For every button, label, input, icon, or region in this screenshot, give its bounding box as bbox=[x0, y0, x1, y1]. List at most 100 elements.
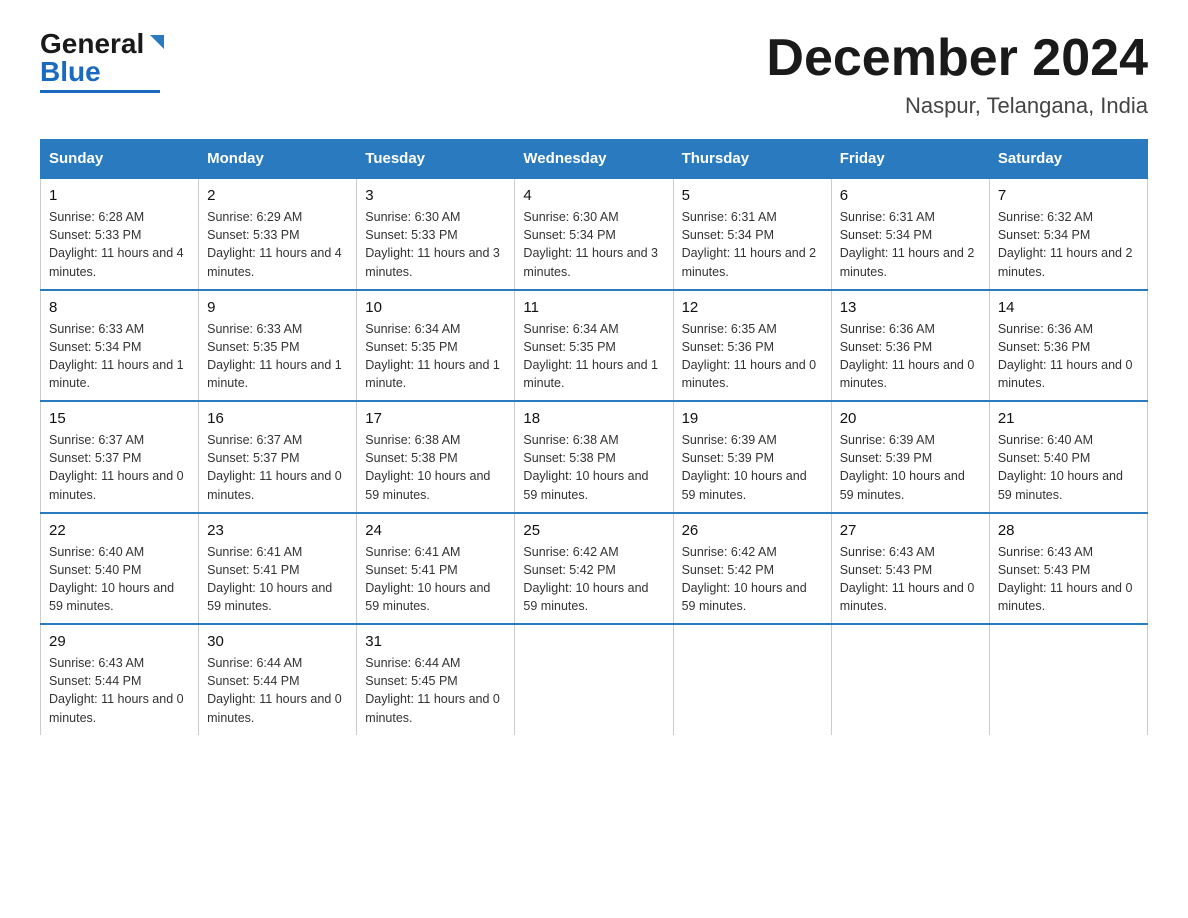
calendar-cell: 26 Sunrise: 6:42 AM Sunset: 5:42 PM Dayl… bbox=[673, 513, 831, 625]
week-row-3: 15 Sunrise: 6:37 AM Sunset: 5:37 PM Dayl… bbox=[41, 401, 1148, 513]
day-info: Sunrise: 6:41 AM Sunset: 5:41 PM Dayligh… bbox=[365, 543, 506, 616]
calendar-cell: 19 Sunrise: 6:39 AM Sunset: 5:39 PM Dayl… bbox=[673, 401, 831, 513]
column-header-wednesday: Wednesday bbox=[515, 140, 673, 179]
calendar-cell: 3 Sunrise: 6:30 AM Sunset: 5:33 PM Dayli… bbox=[357, 178, 515, 290]
logo-blue-text: Blue bbox=[40, 58, 101, 86]
week-row-5: 29 Sunrise: 6:43 AM Sunset: 5:44 PM Dayl… bbox=[41, 624, 1148, 735]
day-info: Sunrise: 6:35 AM Sunset: 5:36 PM Dayligh… bbox=[682, 320, 823, 393]
day-info: Sunrise: 6:37 AM Sunset: 5:37 PM Dayligh… bbox=[207, 431, 348, 504]
day-number: 10 bbox=[365, 299, 506, 316]
day-info: Sunrise: 6:39 AM Sunset: 5:39 PM Dayligh… bbox=[840, 431, 981, 504]
day-number: 29 bbox=[49, 633, 190, 650]
calendar-cell: 21 Sunrise: 6:40 AM Sunset: 5:40 PM Dayl… bbox=[989, 401, 1147, 513]
calendar-cell: 5 Sunrise: 6:31 AM Sunset: 5:34 PM Dayli… bbox=[673, 178, 831, 290]
logo-general-text: General bbox=[40, 30, 144, 58]
calendar-cell: 23 Sunrise: 6:41 AM Sunset: 5:41 PM Dayl… bbox=[199, 513, 357, 625]
day-number: 17 bbox=[365, 410, 506, 427]
day-number: 26 bbox=[682, 522, 823, 539]
day-info: Sunrise: 6:30 AM Sunset: 5:33 PM Dayligh… bbox=[365, 208, 506, 281]
day-number: 28 bbox=[998, 522, 1139, 539]
day-info: Sunrise: 6:34 AM Sunset: 5:35 PM Dayligh… bbox=[523, 320, 664, 393]
calendar-cell: 31 Sunrise: 6:44 AM Sunset: 5:45 PM Dayl… bbox=[357, 624, 515, 735]
day-number: 5 bbox=[682, 187, 823, 204]
day-info: Sunrise: 6:30 AM Sunset: 5:34 PM Dayligh… bbox=[523, 208, 664, 281]
day-number: 30 bbox=[207, 633, 348, 650]
calendar-cell bbox=[831, 624, 989, 735]
day-info: Sunrise: 6:43 AM Sunset: 5:44 PM Dayligh… bbox=[49, 654, 190, 727]
calendar-cell: 24 Sunrise: 6:41 AM Sunset: 5:41 PM Dayl… bbox=[357, 513, 515, 625]
day-number: 27 bbox=[840, 522, 981, 539]
week-row-2: 8 Sunrise: 6:33 AM Sunset: 5:34 PM Dayli… bbox=[41, 290, 1148, 402]
column-header-monday: Monday bbox=[199, 140, 357, 179]
calendar-cell: 4 Sunrise: 6:30 AM Sunset: 5:34 PM Dayli… bbox=[515, 178, 673, 290]
day-number: 22 bbox=[49, 522, 190, 539]
calendar-cell: 10 Sunrise: 6:34 AM Sunset: 5:35 PM Dayl… bbox=[357, 290, 515, 402]
calendar-cell: 30 Sunrise: 6:44 AM Sunset: 5:44 PM Dayl… bbox=[199, 624, 357, 735]
calendar-table: SundayMondayTuesdayWednesdayThursdayFrid… bbox=[40, 139, 1148, 735]
day-info: Sunrise: 6:31 AM Sunset: 5:34 PM Dayligh… bbox=[840, 208, 981, 281]
calendar-cell: 25 Sunrise: 6:42 AM Sunset: 5:42 PM Dayl… bbox=[515, 513, 673, 625]
calendar-cell: 14 Sunrise: 6:36 AM Sunset: 5:36 PM Dayl… bbox=[989, 290, 1147, 402]
day-number: 20 bbox=[840, 410, 981, 427]
calendar-cell: 22 Sunrise: 6:40 AM Sunset: 5:40 PM Dayl… bbox=[41, 513, 199, 625]
logo-underline bbox=[40, 90, 160, 93]
calendar-cell: 17 Sunrise: 6:38 AM Sunset: 5:38 PM Dayl… bbox=[357, 401, 515, 513]
logo: General Blue bbox=[40, 30, 168, 93]
day-info: Sunrise: 6:33 AM Sunset: 5:34 PM Dayligh… bbox=[49, 320, 190, 393]
day-number: 7 bbox=[998, 187, 1139, 204]
calendar-cell: 27 Sunrise: 6:43 AM Sunset: 5:43 PM Dayl… bbox=[831, 513, 989, 625]
calendar-cell: 13 Sunrise: 6:36 AM Sunset: 5:36 PM Dayl… bbox=[831, 290, 989, 402]
calendar-cell bbox=[673, 624, 831, 735]
day-number: 25 bbox=[523, 522, 664, 539]
page-title: December 2024 bbox=[766, 30, 1148, 87]
day-info: Sunrise: 6:40 AM Sunset: 5:40 PM Dayligh… bbox=[998, 431, 1139, 504]
day-info: Sunrise: 6:39 AM Sunset: 5:39 PM Dayligh… bbox=[682, 431, 823, 504]
day-info: Sunrise: 6:38 AM Sunset: 5:38 PM Dayligh… bbox=[523, 431, 664, 504]
day-info: Sunrise: 6:33 AM Sunset: 5:35 PM Dayligh… bbox=[207, 320, 348, 393]
title-section: December 2024 Naspur, Telangana, India bbox=[766, 30, 1148, 119]
day-info: Sunrise: 6:42 AM Sunset: 5:42 PM Dayligh… bbox=[682, 543, 823, 616]
day-info: Sunrise: 6:31 AM Sunset: 5:34 PM Dayligh… bbox=[682, 208, 823, 281]
day-number: 15 bbox=[49, 410, 190, 427]
calendar-cell: 18 Sunrise: 6:38 AM Sunset: 5:38 PM Dayl… bbox=[515, 401, 673, 513]
day-info: Sunrise: 6:34 AM Sunset: 5:35 PM Dayligh… bbox=[365, 320, 506, 393]
day-number: 12 bbox=[682, 299, 823, 316]
day-number: 16 bbox=[207, 410, 348, 427]
calendar-cell: 9 Sunrise: 6:33 AM Sunset: 5:35 PM Dayli… bbox=[199, 290, 357, 402]
day-info: Sunrise: 6:38 AM Sunset: 5:38 PM Dayligh… bbox=[365, 431, 506, 504]
day-number: 21 bbox=[998, 410, 1139, 427]
calendar-cell: 8 Sunrise: 6:33 AM Sunset: 5:34 PM Dayli… bbox=[41, 290, 199, 402]
page-subtitle: Naspur, Telangana, India bbox=[766, 93, 1148, 119]
calendar-cell bbox=[989, 624, 1147, 735]
calendar-cell: 2 Sunrise: 6:29 AM Sunset: 5:33 PM Dayli… bbox=[199, 178, 357, 290]
week-row-1: 1 Sunrise: 6:28 AM Sunset: 5:33 PM Dayli… bbox=[41, 178, 1148, 290]
day-number: 8 bbox=[49, 299, 190, 316]
calendar-cell: 11 Sunrise: 6:34 AM Sunset: 5:35 PM Dayl… bbox=[515, 290, 673, 402]
calendar-cell bbox=[515, 624, 673, 735]
day-info: Sunrise: 6:32 AM Sunset: 5:34 PM Dayligh… bbox=[998, 208, 1139, 281]
calendar-header-row: SundayMondayTuesdayWednesdayThursdayFrid… bbox=[41, 140, 1148, 179]
day-number: 6 bbox=[840, 187, 981, 204]
day-number: 3 bbox=[365, 187, 506, 204]
column-header-friday: Friday bbox=[831, 140, 989, 179]
day-info: Sunrise: 6:41 AM Sunset: 5:41 PM Dayligh… bbox=[207, 543, 348, 616]
day-info: Sunrise: 6:42 AM Sunset: 5:42 PM Dayligh… bbox=[523, 543, 664, 616]
day-info: Sunrise: 6:29 AM Sunset: 5:33 PM Dayligh… bbox=[207, 208, 348, 281]
day-number: 11 bbox=[523, 299, 664, 316]
calendar-cell: 20 Sunrise: 6:39 AM Sunset: 5:39 PM Dayl… bbox=[831, 401, 989, 513]
calendar-cell: 28 Sunrise: 6:43 AM Sunset: 5:43 PM Dayl… bbox=[989, 513, 1147, 625]
day-info: Sunrise: 6:40 AM Sunset: 5:40 PM Dayligh… bbox=[49, 543, 190, 616]
day-info: Sunrise: 6:43 AM Sunset: 5:43 PM Dayligh… bbox=[840, 543, 981, 616]
column-header-thursday: Thursday bbox=[673, 140, 831, 179]
column-header-saturday: Saturday bbox=[989, 140, 1147, 179]
day-number: 31 bbox=[365, 633, 506, 650]
day-number: 2 bbox=[207, 187, 348, 204]
day-number: 1 bbox=[49, 187, 190, 204]
day-number: 14 bbox=[998, 299, 1139, 316]
day-info: Sunrise: 6:36 AM Sunset: 5:36 PM Dayligh… bbox=[840, 320, 981, 393]
calendar-cell: 15 Sunrise: 6:37 AM Sunset: 5:37 PM Dayl… bbox=[41, 401, 199, 513]
week-row-4: 22 Sunrise: 6:40 AM Sunset: 5:40 PM Dayl… bbox=[41, 513, 1148, 625]
calendar-cell: 1 Sunrise: 6:28 AM Sunset: 5:33 PM Dayli… bbox=[41, 178, 199, 290]
calendar-cell: 6 Sunrise: 6:31 AM Sunset: 5:34 PM Dayli… bbox=[831, 178, 989, 290]
day-info: Sunrise: 6:37 AM Sunset: 5:37 PM Dayligh… bbox=[49, 431, 190, 504]
